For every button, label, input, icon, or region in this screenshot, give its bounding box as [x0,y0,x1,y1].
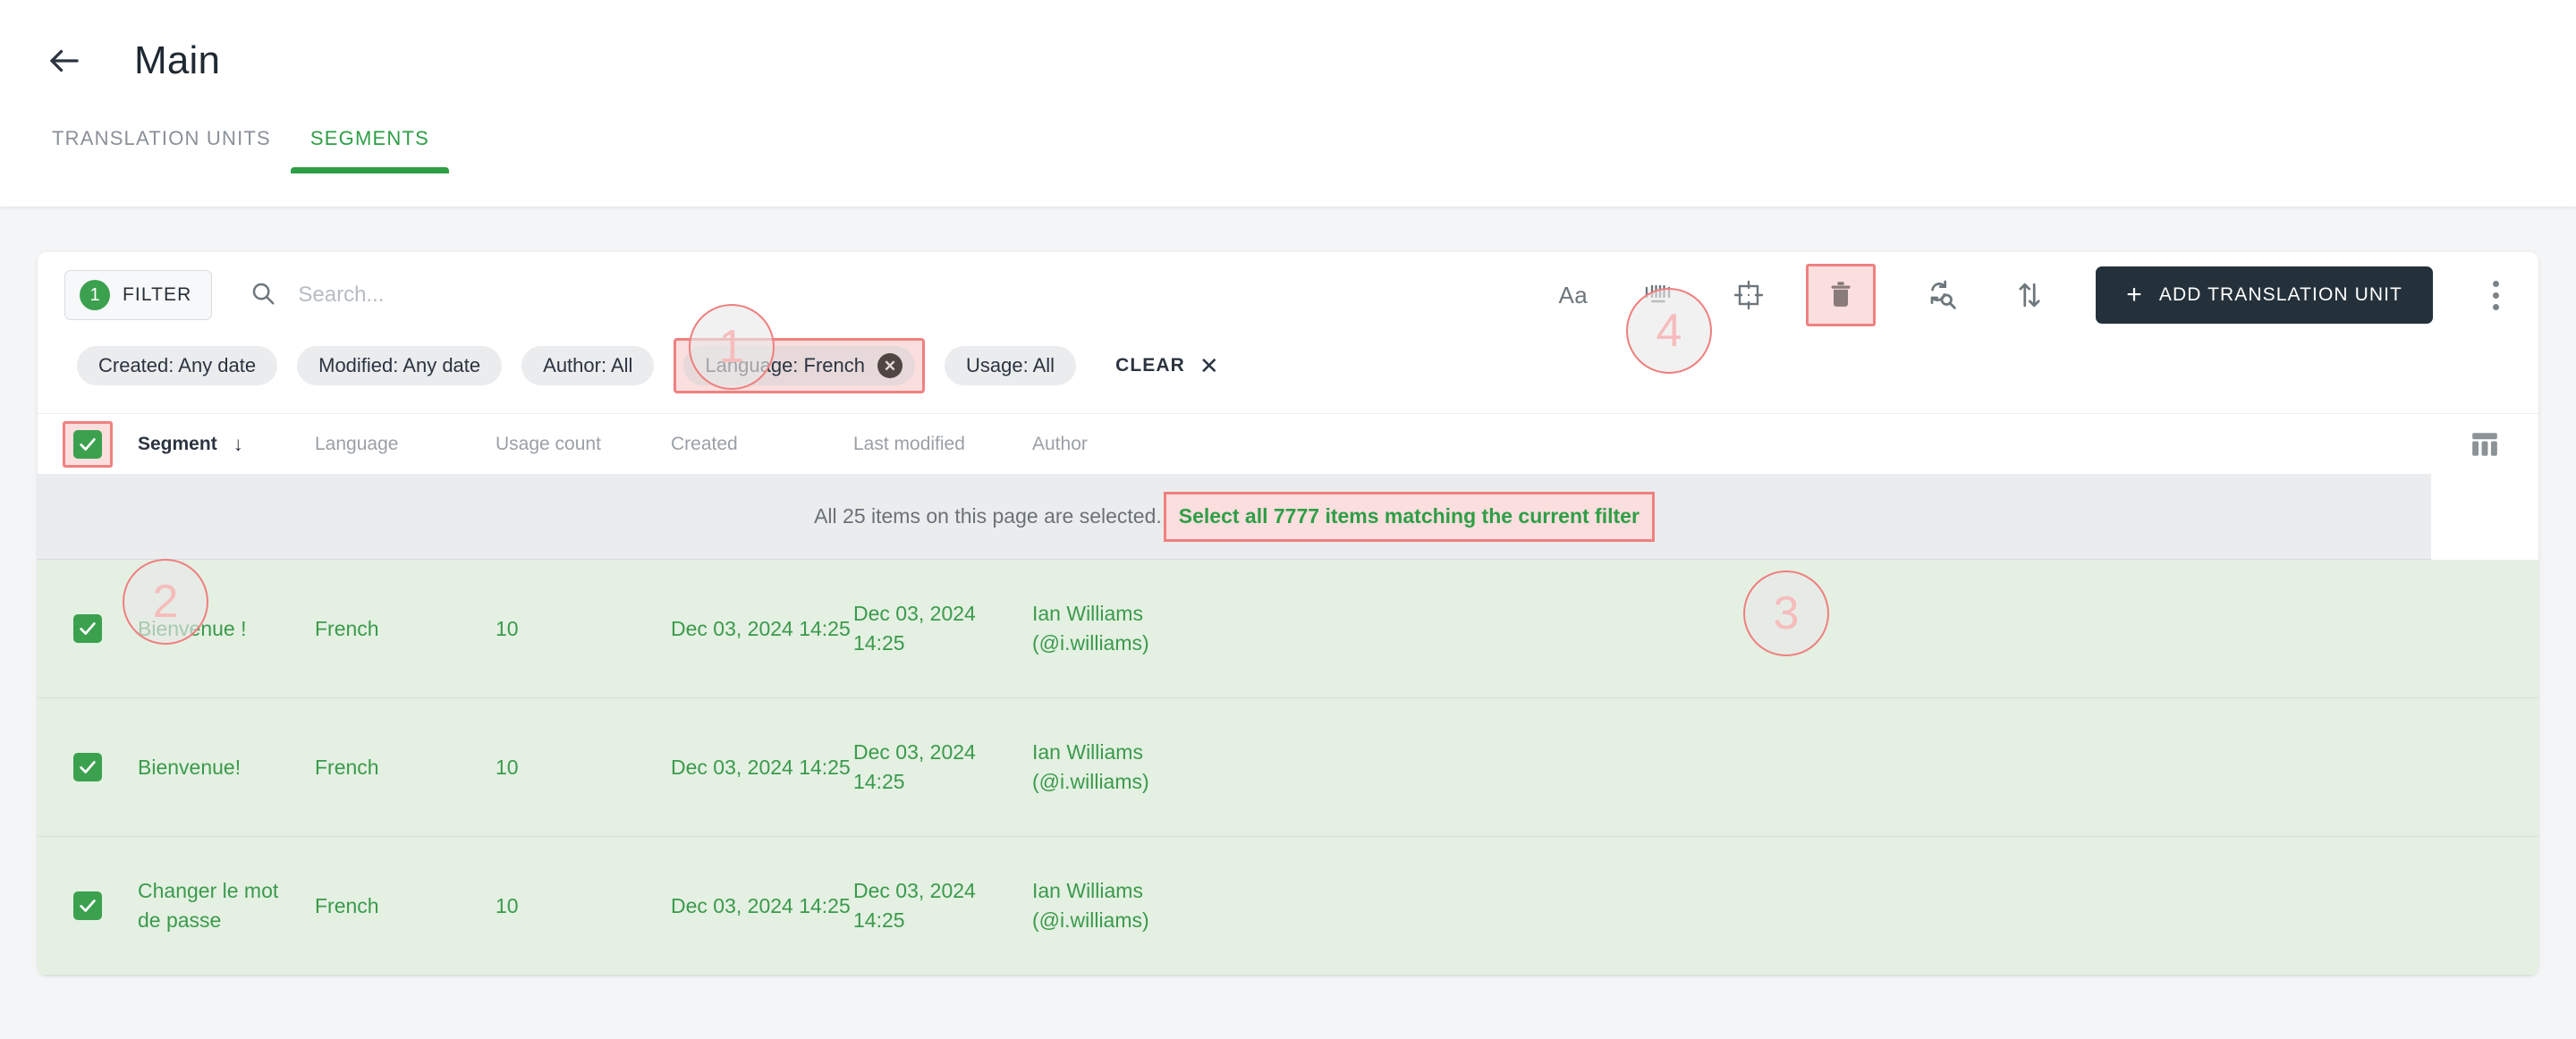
filter-chips-row: Created: Any date Modified: Any date Aut… [38,338,2538,413]
column-settings-cell [2431,423,2538,466]
column-header-last-modified[interactable]: Last modified [853,434,1032,455]
search-icon [250,280,276,311]
row-checkbox-cell [38,753,138,781]
select-all-banner-text: All 25 items on this page are selected. [814,504,1162,528]
column-header-created[interactable]: Created [671,434,853,455]
cell-language: French [315,893,379,917]
select-all-banner: All 25 items on this page are selected. … [38,474,2431,560]
find-replace-button[interactable] [1920,274,1963,317]
chip-modified[interactable]: Modified: Any date [297,346,503,385]
chip-language[interactable]: Language: French ✕ [683,346,915,385]
column-header-segment[interactable]: Segment ↓ [138,434,315,455]
cell-language: French [315,755,379,779]
arrow-left-icon [46,42,83,80]
page-title: Main [134,38,221,82]
row-checkbox[interactable] [73,614,102,643]
match-case-icon[interactable]: Aa [1558,274,1588,317]
row-checkbox-cell [38,614,138,643]
author-name: Ian Williams [1032,740,1143,764]
table-header-row: Segment ↓ Language Usage count Created L… [38,413,2538,474]
toolbar-right-actions: + ADD TRANSLATION UNIT [1806,264,2513,326]
author-handle: (@i.williams) [1032,770,1149,793]
row-checkbox[interactable] [73,891,102,920]
cell-last-modified: Dec 03, 2024 14:25 [853,740,976,793]
author-handle: (@i.williams) [1032,908,1149,932]
cell-usage-count: 10 [496,893,519,917]
add-translation-unit-label: ADD TRANSLATION UNIT [2158,284,2402,305]
filter-button[interactable]: 1 FILTER [64,270,213,320]
author-name: Ian Williams [1032,602,1143,626]
cell-language: French [315,616,379,640]
cell-created: Dec 03, 2024 14:25 [671,893,851,917]
kebab-menu-icon[interactable] [2478,274,2513,317]
sort-button[interactable] [2008,274,2051,317]
close-icon: ✕ [1199,352,1220,379]
column-header-usage-count[interactable]: Usage count [496,434,671,455]
header-top-bar: Main [0,0,2576,98]
cell-last-modified: Dec 03, 2024 14:25 [853,879,976,932]
select-all-banner-wrapper: All 25 items on this page are selected. … [38,474,2538,560]
sort-descending-icon: ↓ [233,432,243,455]
column-header-author[interactable]: Author [1032,434,2431,455]
cell-last-modified: Dec 03, 2024 14:25 [853,602,976,655]
kebab-dot [2492,303,2499,310]
select-all-cell [38,420,138,468]
search-option-icons: Aa [1558,274,1770,317]
chip-author[interactable]: Author: All [521,346,655,385]
cell-usage-count: 10 [496,616,519,640]
table-row[interactable]: Bienvenue! French 10 Dec 03, 2024 14:25 … [38,698,2538,837]
cell-segment: Bienvenue ! [138,616,247,640]
chip-usage[interactable]: Usage: All [945,346,1077,385]
row-checkbox[interactable] [73,753,102,781]
whole-word-icon[interactable] [1636,274,1679,317]
select-all-highlight [63,420,113,468]
table-toolbar: 1 FILTER Aa [38,252,2538,338]
select-all-link-highlight: Select all 7777 items matching the curre… [1163,491,1655,542]
add-translation-unit-button[interactable]: + ADD TRANSLATION UNIT [2096,266,2433,324]
regex-selection-icon[interactable] [1727,274,1770,317]
table-row[interactable]: Bienvenue ! French 10 Dec 03, 2024 14:25… [38,560,2538,698]
cell-segment: Changer le mot de passe [138,879,279,932]
tab-bar: TRANSLATION UNITS SEGMENTS [0,98,2576,173]
author-handle: (@i.williams) [1032,631,1149,655]
banner-spacer [2431,474,2538,560]
search-input[interactable] [296,282,673,308]
table-row[interactable]: Changer le mot de passe French 10 Dec 03… [38,837,2538,976]
content-card: 1 FILTER Aa [38,252,2538,976]
search-area [250,270,1558,320]
clear-filters-label: CLEAR [1115,355,1185,376]
cell-created: Dec 03, 2024 14:25 [671,755,851,779]
cell-author: Ian Williams (@i.williams) [1032,738,2431,796]
column-header-language[interactable]: Language [315,434,496,455]
delete-button[interactable] [1819,274,1862,317]
author-name: Ian Williams [1032,879,1143,903]
chip-language-label: Language: French [705,354,865,376]
delete-button-highlight [1806,264,1877,326]
table-columns-icon[interactable] [2463,423,2506,466]
select-all-checkbox[interactable] [73,429,102,459]
column-header-segment-label: Segment [138,433,217,454]
chip-language-highlight: Language: French ✕ [674,338,925,393]
app-header: Main TRANSLATION UNITS SEGMENTS [0,0,2576,207]
tab-translation-units[interactable]: TRANSLATION UNITS [32,127,291,173]
select-all-matching-filter-link[interactable]: Select all 7777 items matching the curre… [1174,503,1645,529]
cell-author: Ian Williams (@i.williams) [1032,876,2431,934]
plus-icon: + [2126,280,2143,309]
tab-segments[interactable]: SEGMENTS [290,127,450,173]
chip-language-remove-icon[interactable]: ✕ [877,353,902,378]
cell-created: Dec 03, 2024 14:25 [671,616,851,640]
clear-filters-button[interactable]: CLEAR ✕ [1110,353,1225,378]
kebab-dot [2492,291,2499,299]
kebab-dot [2492,280,2499,287]
row-checkbox-cell [38,891,138,920]
back-button[interactable] [38,34,91,88]
filter-button-label: FILTER [123,284,192,305]
cell-author: Ian Williams (@i.williams) [1032,599,2431,657]
filter-count-badge: 1 [80,280,110,310]
chip-created[interactable]: Created: Any date [77,346,278,385]
cell-usage-count: 10 [496,755,519,779]
cell-segment: Bienvenue! [138,755,242,779]
